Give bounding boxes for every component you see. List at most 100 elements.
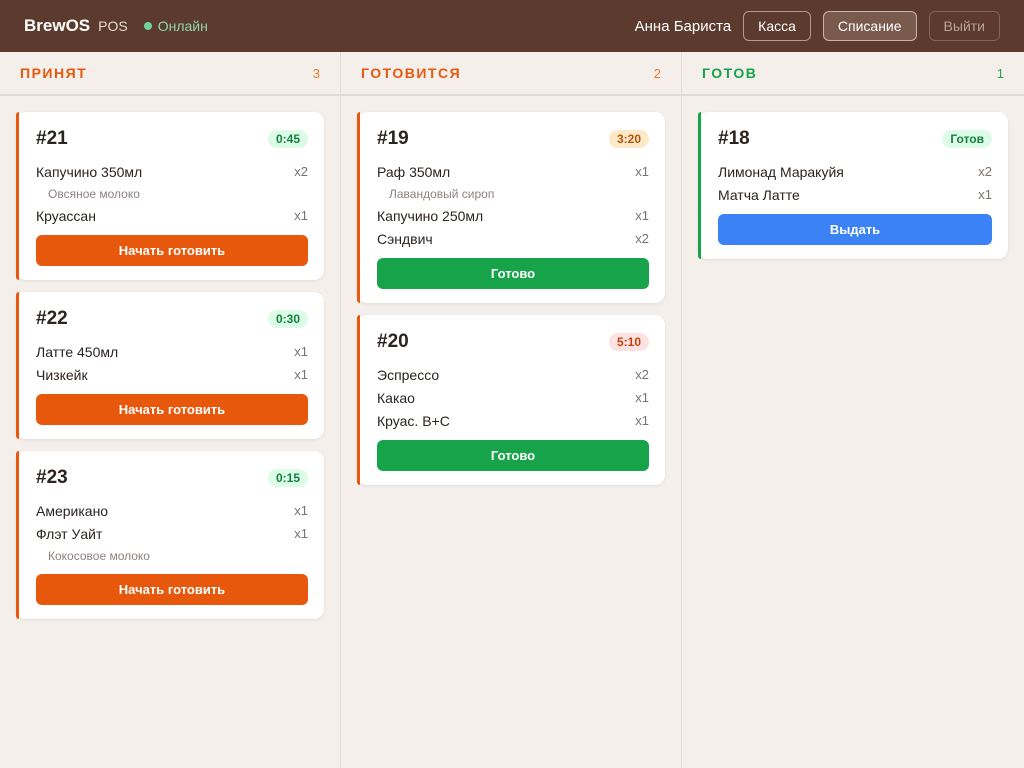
item-quantity: x1	[294, 344, 308, 359]
order-item: Матча Латте x1	[718, 183, 992, 206]
order-card-header: #20 5:10	[377, 329, 649, 355]
order-item: Раф 350мл x1	[377, 160, 649, 183]
item-name: Флэт Уайт	[36, 525, 103, 542]
order-number: #19	[377, 128, 409, 149]
item-name: Капучино 350мл	[36, 163, 143, 180]
order-card-header: #18 Готов	[718, 126, 992, 152]
column-body: #18 Готов Лимонад Маракуйя x2 Матча Латте x1 В…	[682, 96, 1024, 275]
column-count: 3	[312, 65, 320, 81]
item-name: Латте 450мл	[36, 343, 119, 360]
order-timer-badge: 0:30	[267, 310, 308, 328]
column-body: #19 3:20 Раф 350мл x1 Лавандовый сироп Капучи…	[341, 96, 681, 501]
order-card: #18 Готов Лимонад Маракуйя x2 Матча Латте x1 В…	[698, 112, 1008, 259]
write-off-button[interactable]: Списание	[822, 11, 917, 41]
column-header: ГОТОВ 1	[682, 52, 1024, 96]
column-2: ГОТОВ 1 #18 Готов Лимонад Маракуйя x2 Матча Ла…	[682, 52, 1024, 768]
cash-register-button[interactable]: Касса	[743, 11, 811, 41]
mark-ready-button[interactable]: Готово	[377, 258, 649, 289]
column-title: ПРИНЯТ	[20, 65, 88, 81]
order-item: Чизкейк x1	[36, 363, 308, 386]
order-item: Эспрессо x2	[377, 363, 649, 386]
item-quantity: x2	[635, 231, 649, 246]
connection-status: Онлайн	[143, 18, 208, 34]
top-bar: BrewOS POS Онлайн Анна Бариста Касса Спи…	[0, 0, 1024, 52]
user-name: Анна Бариста	[634, 17, 732, 35]
item-quantity: x1	[294, 367, 308, 382]
order-card-header: #23 0:15	[36, 465, 308, 491]
column-body: #21 0:45 Капучино 350мл x2 Овсяное молоко Кру…	[0, 96, 340, 635]
item-quantity: x1	[294, 503, 308, 518]
column-1: ГОТОВИТСЯ 2 #19 3:20 Раф 350мл x1 Лавандовый с…	[341, 52, 682, 768]
item-modifier: Овсяное молоко	[48, 186, 140, 201]
order-card: #20 5:10 Эспрессо x2 Какао x1 Круас. В+С x1 Гото…	[357, 315, 665, 485]
column-header: ГОТОВИТСЯ 2	[341, 52, 681, 96]
start-cooking-button[interactable]: Начать готовить	[36, 235, 308, 266]
brand-name: BrewOS	[24, 16, 91, 35]
order-item: Американо x1	[36, 499, 308, 522]
order-timer-badge: Готов	[942, 130, 992, 148]
status-label: Онлайн	[157, 18, 208, 34]
item-name: Матча Латте	[718, 186, 800, 203]
column-0: ПРИНЯТ 3 #21 0:45 Капучино 350мл x2 Овсяное мо…	[0, 52, 341, 768]
item-quantity: x1	[294, 526, 308, 541]
order-card-header: #22 0:30	[36, 306, 308, 332]
order-timer-badge: 0:15	[267, 469, 308, 487]
item-name: Эспрессо	[377, 366, 440, 383]
item-modifier: Лавандовый сироп	[389, 186, 495, 201]
order-number: #20	[377, 331, 409, 352]
status-dot-icon	[143, 22, 152, 30]
item-quantity: x1	[294, 208, 308, 223]
order-number: #23	[36, 467, 68, 488]
order-timer-badge: 5:10	[608, 333, 649, 351]
item-quantity: x2	[294, 164, 308, 179]
order-item: Какао x1	[377, 386, 649, 409]
order-card: #19 3:20 Раф 350мл x1 Лавандовый сироп Капучи…	[357, 112, 665, 303]
column-title: ГОТОВИТСЯ	[361, 65, 462, 81]
order-card: #21 0:45 Капучино 350мл x2 Овсяное молоко Кру…	[16, 112, 324, 280]
order-number: #18	[718, 128, 750, 149]
column-count: 2	[653, 65, 661, 81]
order-card-header: #19 3:20	[377, 126, 649, 152]
order-item: Капучино 250мл x1	[377, 204, 649, 227]
item-name: Круас. В+С	[377, 412, 450, 429]
order-item: Капучино 350мл x2	[36, 160, 308, 183]
item-quantity: x2	[635, 367, 649, 382]
item-name: Круассан	[36, 207, 96, 224]
item-quantity: x1	[635, 413, 649, 428]
item-quantity: x1	[978, 187, 992, 202]
order-card-header: #21 0:45	[36, 126, 308, 152]
item-name: Сэндвич	[377, 230, 433, 247]
item-quantity: x1	[635, 208, 649, 223]
start-cooking-button[interactable]: Начать готовить	[36, 574, 308, 605]
header-actions: Анна Бариста Касса Списание Выйти	[635, 11, 1000, 41]
item-quantity: x1	[635, 164, 649, 179]
item-quantity: x2	[978, 164, 992, 179]
start-cooking-button[interactable]: Начать готовить	[36, 394, 308, 425]
column-count: 1	[996, 65, 1004, 81]
item-name: Чизкейк	[36, 366, 88, 383]
mark-ready-button[interactable]: Готово	[377, 440, 649, 471]
item-name: Раф 350мл	[377, 163, 451, 180]
hand-out-button[interactable]: Выдать	[718, 214, 992, 245]
order-item: Латте 450мл x1	[36, 340, 308, 363]
order-timer-badge: 3:20	[608, 130, 649, 148]
item-name: Какао	[377, 389, 415, 406]
order-board: ПРИНЯТ 3 #21 0:45 Капучино 350мл x2 Овсяное мо…	[0, 52, 1024, 768]
order-item: Флэт Уайт x1	[36, 522, 308, 545]
item-modifier: Кокосовое молоко	[48, 548, 150, 563]
order-item: Круассан x1	[36, 204, 308, 227]
column-title: ГОТОВ	[702, 65, 758, 81]
brand: BrewOS POS Онлайн	[24, 16, 208, 36]
item-name: Американо	[36, 502, 109, 519]
order-item: Лимонад Маракуйя x2	[718, 160, 992, 183]
order-item: Сэндвич x2	[377, 227, 649, 250]
item-quantity: x1	[635, 390, 649, 405]
brand-subtitle: POS	[98, 18, 128, 34]
item-name: Капучино 250мл	[377, 207, 484, 224]
order-item: Круас. В+С x1	[377, 409, 649, 432]
logout-button[interactable]: Выйти	[928, 11, 1000, 41]
item-name: Лимонад Маракуйя	[718, 163, 844, 180]
order-timer-badge: 0:45	[267, 130, 308, 148]
order-number: #22	[36, 308, 68, 329]
order-number: #21	[36, 128, 68, 149]
